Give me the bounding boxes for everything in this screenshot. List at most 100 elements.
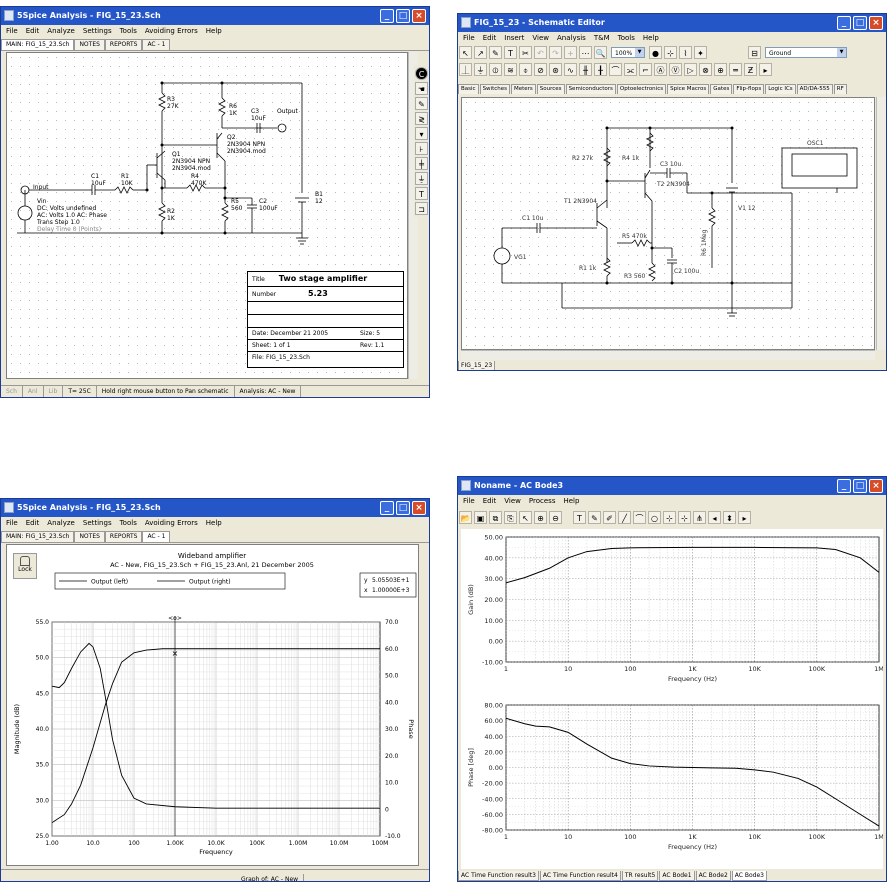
ground-tool-icon[interactable]: ⏚ — [415, 172, 428, 185]
zoom-in-icon[interactable]: ⊕ — [534, 511, 547, 524]
line-icon[interactable]: ╱ — [618, 511, 631, 524]
pen-icon[interactable]: ✎ — [588, 511, 601, 524]
cursor-b-icon[interactable]: ⊹ — [678, 511, 691, 524]
current-source-icon[interactable]: ⌽ — [519, 63, 532, 76]
menu-avoiding-errors[interactable]: Avoiding Errors — [145, 519, 198, 527]
transformer-icon[interactable]: ⫘ — [624, 63, 637, 76]
menu-help[interactable]: Help — [206, 27, 222, 35]
tab-notes[interactable]: NOTES — [74, 531, 105, 542]
save-icon[interactable]: ▣ — [474, 511, 487, 524]
maximize-icon[interactable]: □ — [396, 501, 410, 515]
menu-edit[interactable]: Edit — [483, 497, 497, 505]
connector-icon[interactable]: ═ — [729, 63, 742, 76]
text-tool-icon[interactable]: T — [415, 187, 428, 200]
add-icon[interactable]: + — [564, 46, 577, 59]
marker-icon[interactable]: ✐ — [603, 511, 616, 524]
pen-icon[interactable]: ✎ — [489, 46, 502, 59]
voltage-source-icon[interactable]: ⊘ — [534, 63, 547, 76]
menu-help[interactable]: Help — [563, 497, 579, 505]
pencil-icon[interactable]: ✎ — [415, 97, 428, 110]
status-sch[interactable]: Sch — [1, 386, 23, 397]
capacitor-tool-icon[interactable]: ╪ — [415, 157, 428, 170]
resistor-icon[interactable]: ∿ — [564, 63, 577, 76]
tab-spice-macros[interactable]: Spice Macros — [667, 84, 710, 94]
tab-optoelectronics[interactable]: Optoelectronics — [616, 84, 667, 94]
connector-tool-icon[interactable]: ⊐ — [415, 202, 428, 215]
menu-analysis[interactable]: Analysis — [557, 34, 586, 42]
pointer-icon[interactable]: ↖ — [459, 46, 472, 59]
step-right-icon[interactable]: ▸ — [738, 511, 751, 524]
voltmeter-icon[interactable]: Ⓥ — [669, 63, 682, 76]
battery-icon[interactable]: ╂ — [594, 63, 607, 76]
close-icon[interactable]: × — [869, 16, 883, 30]
undo-icon[interactable]: ↶ — [534, 46, 547, 59]
zener-icon[interactable]: Ƶ — [744, 63, 757, 76]
copy-icon[interactable]: ⧉ — [489, 511, 502, 524]
tab-flip-flops[interactable]: Flip-flops — [733, 84, 765, 94]
menu-settings[interactable]: Settings — [83, 519, 112, 527]
minimize-icon[interactable]: _ — [380, 9, 394, 23]
window-titlebar[interactable]: FIG_15_23 - Schematic Editor _ □ × — [458, 14, 886, 32]
menu-tools[interactable]: Tools — [120, 519, 137, 527]
tab-ad-da-555[interactable]: AD/DA-555 — [796, 84, 833, 94]
grid-icon[interactable]: ⋯ — [579, 46, 592, 59]
menu-analyze[interactable]: Analyze — [47, 519, 75, 527]
tab-main[interactable]: MAIN: FIG_15_23.Sch — [1, 39, 75, 50]
menu-file[interactable]: File — [6, 519, 18, 527]
menu-tm[interactable]: T&M — [594, 34, 610, 42]
menu-tools[interactable]: Tools — [120, 27, 137, 35]
redo-icon[interactable]: ↷ — [549, 46, 562, 59]
lamp-icon[interactable]: ⊗ — [699, 63, 712, 76]
text-icon[interactable]: T — [504, 46, 517, 59]
cut-icon[interactable]: ✂ — [519, 46, 532, 59]
sheet-tab[interactable]: FIG_15_23 — [458, 361, 496, 370]
curve-icon[interactable]: ⌒ — [633, 511, 646, 524]
tab-ac-bode3[interactable]: AC Bode3 — [731, 871, 767, 881]
transistor-tool-icon[interactable]: ⊦ — [415, 142, 428, 155]
pointer-icon[interactable]: ↖ — [519, 511, 532, 524]
vertical-scrollbar[interactable] — [876, 97, 886, 350]
menu-edit[interactable]: Edit — [26, 27, 40, 35]
maximize-icon[interactable]: □ — [853, 479, 867, 493]
dc-analysis-icon[interactable]: ● — [649, 46, 662, 59]
menu-help[interactable]: Help — [643, 34, 659, 42]
status-lib[interactable]: Lib — [44, 386, 64, 397]
zoom-icon[interactable]: 🔍 — [594, 46, 607, 59]
menu-view[interactable]: View — [532, 34, 549, 42]
tab-ac-time-function-4[interactable]: AC Time Function result4 — [539, 871, 621, 881]
ellipse-icon[interactable]: ○ — [648, 511, 661, 524]
component-icon[interactable]: ⊟ — [748, 46, 761, 59]
text-icon[interactable]: T — [573, 511, 586, 524]
close-icon[interactable]: × — [869, 479, 883, 493]
schematic-canvas[interactable]: R2 27k R4 1k C3 10u T2 2N3904 T1 2N3904 … — [461, 97, 875, 350]
tab-main[interactable]: MAIN: FIG_15_23.Sch — [1, 531, 75, 542]
zoom-select[interactable]: 100% ▼ — [611, 47, 645, 58]
open-icon[interactable]: 📂 — [459, 511, 472, 524]
tab-gates[interactable]: Gates — [710, 84, 733, 94]
source-icon[interactable]: ⦶ — [489, 63, 502, 76]
resistor-tool-icon[interactable]: ≷ — [415, 112, 428, 125]
tab-semiconductors[interactable]: Semiconductors — [565, 84, 616, 94]
capacitor-icon[interactable]: ╫ — [579, 63, 592, 76]
paste-icon[interactable]: ⎘ — [504, 511, 517, 524]
diode-tool-icon[interactable]: ▾ — [415, 127, 428, 140]
tab-ac-bode2[interactable]: AC Bode2 — [695, 871, 731, 881]
schematic-canvas[interactable]: R3 27K R6 1K C3 10uF Output Q2 2N3904 NP… — [6, 52, 408, 379]
menu-edit[interactable]: Edit — [26, 519, 40, 527]
jumper-icon[interactable]: ⊕ — [714, 63, 727, 76]
measure-icon[interactable]: ⋔ — [693, 511, 706, 524]
ground-icon[interactable]: ⏚ — [474, 63, 487, 76]
tab-ac-bode1[interactable]: AC Bode1 — [659, 871, 695, 881]
tab-logic-ics[interactable]: Logic ICs — [765, 84, 796, 94]
menu-view[interactable]: View — [504, 497, 521, 505]
meter-icon[interactable]: ⌇ — [679, 46, 692, 59]
switch-icon[interactable]: ⌐ — [639, 63, 652, 76]
minimize-icon[interactable]: _ — [837, 479, 851, 493]
menu-insert[interactable]: Insert — [504, 34, 524, 42]
step-left-icon[interactable]: ◂ — [708, 511, 721, 524]
menu-settings[interactable]: Settings — [83, 27, 112, 35]
maximize-icon[interactable]: □ — [396, 9, 410, 23]
window-titlebar[interactable]: 5Spice Analysis - FIG_15_23.Sch _ □ × — [1, 499, 429, 517]
menu-tools[interactable]: Tools — [618, 34, 635, 42]
status-anl[interactable]: Anl — [23, 386, 44, 397]
